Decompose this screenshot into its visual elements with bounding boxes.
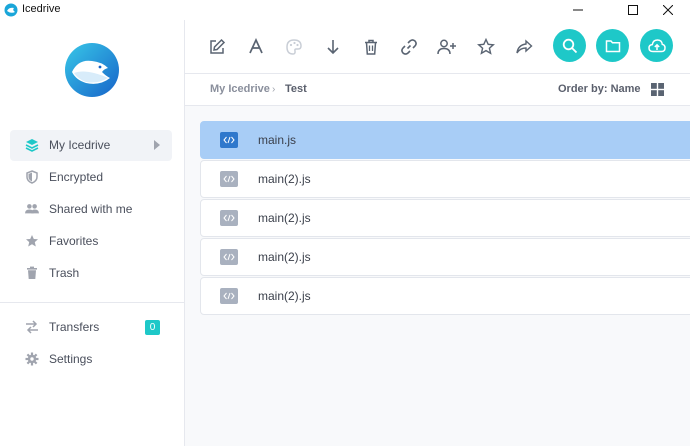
favorite-button[interactable] [476, 37, 496, 57]
window-title: Icedrive [22, 3, 61, 15]
transfers-count-badge: 0 [145, 320, 160, 335]
forward-button[interactable] [514, 37, 534, 57]
toolbar [185, 20, 690, 74]
color-palette-icon [286, 39, 302, 55]
search-icon [562, 38, 577, 53]
minimize-button[interactable] [555, 0, 601, 20]
folder-icon [605, 39, 620, 52]
app-logo-icon [4, 3, 18, 17]
file-row[interactable]: main(2).js [200, 277, 690, 315]
search-button[interactable] [553, 29, 586, 62]
order-by-dropdown[interactable]: Order by: Name [558, 83, 641, 95]
rename-icon [249, 38, 263, 54]
file-name: main(2).js [258, 211, 311, 225]
close-icon [663, 5, 673, 15]
favorite-icon [477, 38, 495, 55]
file-row[interactable]: main(2).js [200, 199, 690, 237]
sidebar-item-trash[interactable]: Trash [10, 258, 172, 289]
code-file-icon [220, 132, 238, 148]
new-folder-button[interactable] [596, 29, 629, 62]
sidebar-divider [0, 302, 184, 303]
file-row[interactable]: main(2).js [200, 160, 690, 198]
title-bar: Icedrive [0, 0, 690, 20]
sidebar-item-my-icedrive[interactable]: My Icedrive [10, 130, 172, 161]
sidebar: My Icedrive Encrypted Shared with me Fav… [0, 20, 185, 446]
layers-icon [25, 139, 39, 152]
breadcrumb-root-link[interactable]: My Icedrive [210, 83, 270, 95]
breadcrumb-bar: My Icedrive › Test Order by: Name [185, 74, 690, 106]
file-name: main(2).js [258, 172, 311, 186]
file-name: main.js [258, 133, 297, 147]
breadcrumb-current: Test [285, 83, 307, 95]
code-file-icon [220, 171, 238, 187]
breadcrumb-separator: › [272, 84, 276, 95]
file-name: main(2).js [258, 289, 311, 303]
color-button[interactable] [284, 37, 304, 57]
sidebar-item-label: Encrypted [49, 170, 104, 184]
link-icon [401, 39, 417, 55]
chevron-right-icon [154, 140, 160, 150]
upload-button[interactable] [640, 29, 673, 62]
rename-button[interactable] [246, 37, 266, 57]
close-button[interactable] [645, 0, 690, 20]
share-user-button[interactable] [437, 37, 457, 57]
share-user-icon [437, 39, 456, 55]
link-button[interactable] [399, 37, 419, 57]
code-file-icon [220, 288, 238, 304]
forward-icon [516, 39, 533, 54]
sidebar-item-label: Favorites [49, 234, 99, 248]
maximize-icon [628, 5, 638, 15]
sidebar-item-shared-with-me[interactable]: Shared with me [10, 194, 172, 225]
edit-button[interactable] [207, 37, 227, 57]
sidebar-item-label: Trash [49, 266, 80, 280]
download-button[interactable] [323, 37, 343, 57]
code-file-icon [220, 210, 238, 226]
delete-icon [365, 39, 377, 55]
sidebar-item-encrypted[interactable]: Encrypted [10, 162, 172, 193]
delete-button[interactable] [361, 37, 381, 57]
shield-icon [26, 170, 38, 184]
edit-icon [210, 38, 226, 54]
trash-icon [27, 266, 37, 279]
users-icon [25, 204, 39, 214]
download-icon [327, 40, 339, 55]
upload-cloud-icon [647, 38, 666, 52]
sidebar-item-settings[interactable]: Settings [10, 344, 172, 375]
file-row[interactable]: main(2).js [200, 238, 690, 276]
sidebar-item-label: Settings [49, 352, 93, 366]
sidebar-item-label: Transfers [49, 320, 100, 334]
transfer-icon [26, 320, 38, 334]
grid-view-icon[interactable] [651, 83, 664, 96]
sidebar-item-transfers[interactable]: Transfers 0 [10, 312, 172, 343]
file-row[interactable]: main.js [200, 121, 690, 159]
code-file-icon [220, 249, 238, 265]
gear-icon [25, 352, 39, 366]
file-list: main.js main(2).js main(2).js main(2).js… [185, 106, 690, 446]
minimize-icon [573, 9, 583, 11]
sidebar-item-label: My Icedrive [49, 138, 111, 152]
sidebar-item-label: Shared with me [49, 202, 133, 216]
sidebar-item-favorites[interactable]: Favorites [10, 226, 172, 257]
file-name: main(2).js [258, 250, 311, 264]
star-icon [26, 235, 38, 247]
icedrive-logo [65, 43, 119, 97]
